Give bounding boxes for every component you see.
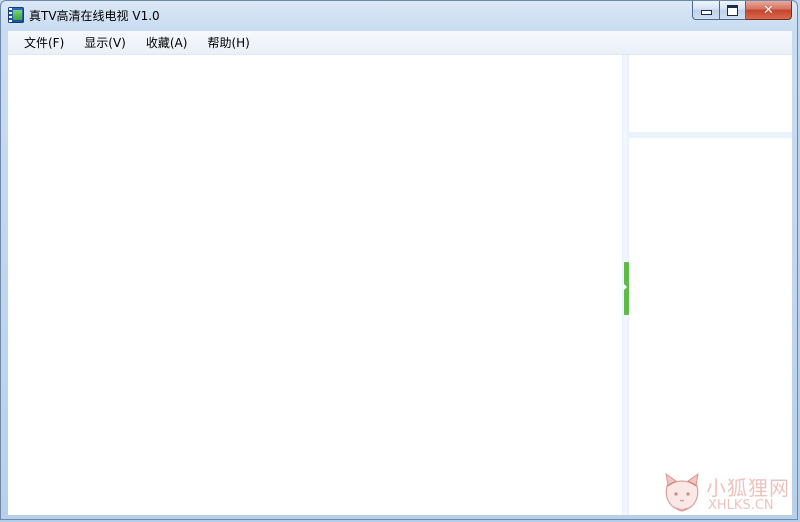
minimize-button[interactable] (692, 1, 719, 20)
expand-arrow-icon (623, 283, 627, 291)
minimize-icon (700, 10, 712, 15)
video-content-pane[interactable] (8, 55, 622, 515)
close-icon: ✕ (763, 2, 774, 18)
window-title: 真TV高清在线电视 V1.0 (29, 9, 160, 23)
fox-icon (665, 472, 699, 512)
caption-buttons: ✕ (692, 1, 792, 21)
title-bar[interactable]: 真TV高清在线电视 V1.0 ✕ (1, 1, 797, 31)
app-window: 真TV高清在线电视 V1.0 ✕ 文件(F) 显示(V) 收藏(A) 帮助(H) (0, 0, 798, 520)
close-button[interactable]: ✕ (746, 1, 792, 20)
site-watermark: 小狐狸网 XHLKS.CN (662, 468, 792, 518)
tv-film-app-icon[interactable] (8, 7, 24, 23)
watermark-site-url: XHLKS.CN (708, 498, 774, 513)
screen-shape (13, 10, 22, 20)
watermark-site-name: 小狐狸网 (706, 476, 790, 500)
menu-help[interactable]: 帮助(H) (199, 32, 257, 53)
client-area (8, 55, 792, 515)
maximize-button[interactable] (719, 1, 746, 20)
menu-bar: 文件(F) 显示(V) 收藏(A) 帮助(H) (8, 31, 792, 55)
panel-splitter[interactable] (622, 55, 629, 515)
menu-view[interactable]: 显示(V) (76, 32, 134, 53)
side-panel-top[interactable] (629, 55, 792, 132)
channel-list-panel[interactable] (629, 138, 792, 515)
menu-file[interactable]: 文件(F) (16, 32, 72, 53)
menu-favorites[interactable]: 收藏(A) (138, 32, 196, 53)
maximize-icon (727, 4, 738, 16)
film-strip-shape (9, 8, 12, 22)
